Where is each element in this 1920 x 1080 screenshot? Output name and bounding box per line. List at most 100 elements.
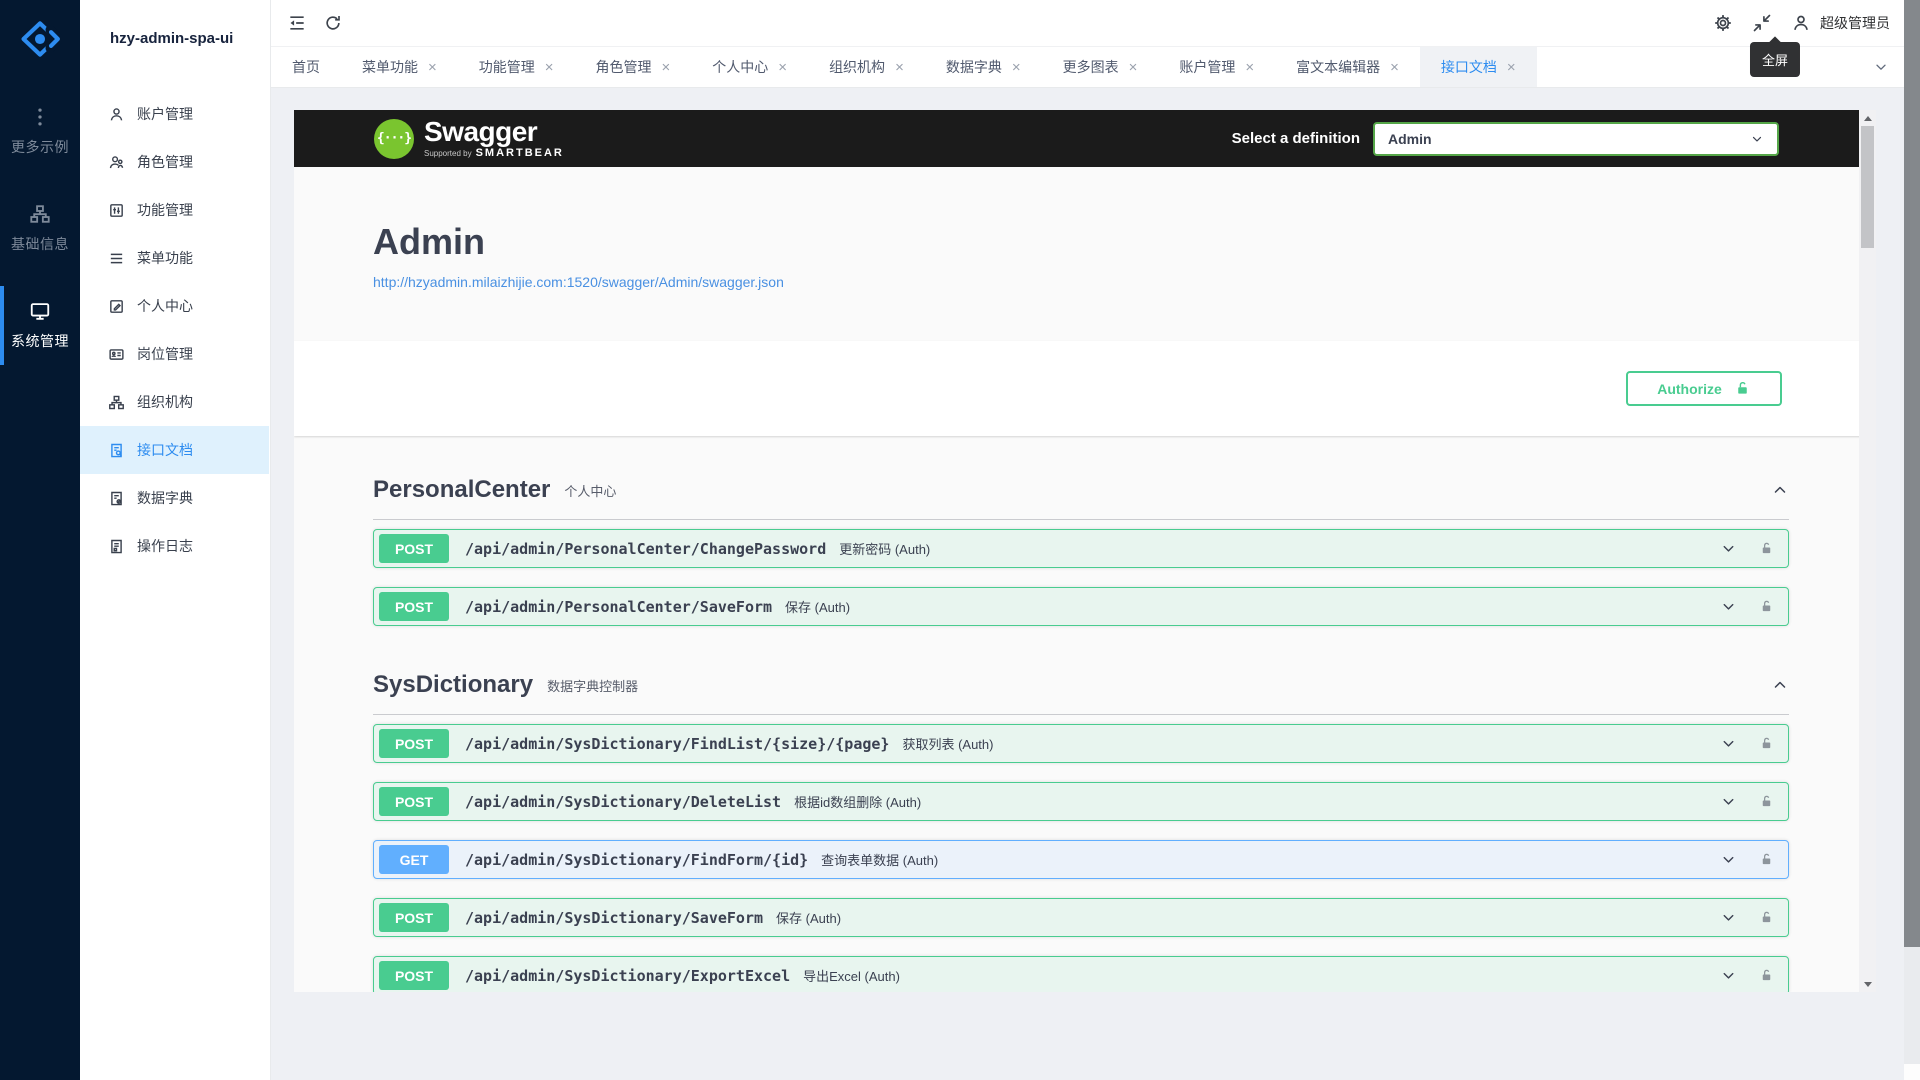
tab-close-icon[interactable]: × (1129, 60, 1138, 75)
person-icon (1791, 13, 1811, 33)
api-title: Admin (373, 222, 1796, 262)
auth-lock-icon[interactable] (1759, 736, 1774, 751)
scroll-down-button[interactable] (1859, 976, 1876, 992)
page-tab[interactable]: 数据字典 × (925, 47, 1042, 87)
sidebar-menu-item[interactable]: 功能管理 (80, 186, 269, 234)
tab-close-icon[interactable]: × (428, 60, 437, 75)
header-right: 超级管理员 (1713, 13, 1890, 33)
tab-close-icon[interactable]: × (895, 60, 904, 75)
tab-close-icon[interactable]: × (1390, 60, 1399, 75)
sidebar-menu-item[interactable]: 岗位管理 (80, 330, 269, 378)
sidebar-menu-item[interactable]: 角色管理 (80, 138, 269, 186)
scroll-up-button[interactable] (1859, 110, 1876, 126)
api-section-header[interactable]: PersonalCenter 个人中心 (373, 450, 1789, 520)
collapse-section-button[interactable] (1771, 676, 1789, 694)
page-tab[interactable]: 首页 × (271, 47, 341, 87)
app-logo[interactable] (18, 17, 62, 61)
swagger-logo[interactable]: {···} Swagger Supported by SMARTBEAR (374, 118, 564, 159)
tab-label: 角色管理 (596, 57, 652, 77)
api-endpoint-row[interactable]: GET /api/admin/SysDictionary/FindForm/{i… (373, 840, 1789, 879)
current-user-name[interactable]: 超级管理员 (1820, 13, 1890, 33)
collapse-section-button[interactable] (1771, 481, 1789, 499)
auth-lock-icon[interactable] (1759, 541, 1774, 556)
sidebar-menu-item[interactable]: 账户管理 (80, 90, 269, 138)
sidebar-menu-item[interactable]: 操作日志 (80, 522, 269, 570)
sidebar-menu-item[interactable]: 个人中心 (80, 282, 269, 330)
endpoint-list: POST /api/admin/PersonalCenter/ChangePas… (373, 520, 1789, 626)
page-tab[interactable]: 更多图表 × (1042, 47, 1159, 87)
api-endpoint-row[interactable]: POST /api/admin/SysDictionary/FindList/{… (373, 724, 1789, 763)
triangle-down-icon (1864, 982, 1872, 987)
endpoint-description: 保存 (Auth) (785, 597, 850, 616)
api-endpoint-row[interactable]: POST /api/admin/SysDictionary/ExportExce… (373, 956, 1789, 992)
tab-close-icon[interactable]: × (1507, 60, 1516, 75)
page-tab[interactable]: 接口文档 × (1420, 47, 1537, 87)
page-tab[interactable]: 组织机构 × (808, 47, 925, 87)
chevron-down-icon (1750, 132, 1764, 146)
tab-label: 接口文档 (1441, 57, 1497, 77)
rail-nav-item[interactable]: 更多示例 (0, 96, 80, 167)
tab-close-icon[interactable]: × (662, 60, 671, 75)
main-area: 超级管理员 全屏 首页 × 菜单功能 × (271, 0, 1904, 1080)
settings-button[interactable] (1713, 13, 1733, 33)
endpoint-path: /api/admin/SysDictionary/SaveForm (465, 909, 763, 927)
tab-close-icon[interactable]: × (1012, 60, 1021, 75)
api-endpoint-row[interactable]: POST /api/admin/SysDictionary/DeleteList… (373, 782, 1789, 821)
sidebar-fold-button[interactable] (287, 13, 307, 33)
page-tab[interactable]: 菜单功能 × (341, 47, 458, 87)
page-tab[interactable]: 角色管理 × (575, 47, 692, 87)
http-method-badge: POST (379, 903, 449, 932)
auth-lock-icon[interactable] (1759, 910, 1774, 925)
tab-label: 组织机构 (829, 57, 885, 77)
authorize-button[interactable]: Authorize (1626, 371, 1782, 406)
page-scrollbar[interactable] (1904, 0, 1920, 1080)
definition-select[interactable]: Admin (1373, 122, 1779, 156)
http-method-badge: POST (379, 534, 449, 563)
api-spec-url-link[interactable]: http://hzyadmin.milaizhijie.com:1520/swa… (373, 274, 784, 290)
sidebar-menu-item[interactable]: 接口文档 (80, 426, 269, 474)
auth-lock-icon[interactable] (1759, 852, 1774, 867)
rail-nav-item[interactable]: 系统管理 (0, 290, 80, 361)
feature-manage-icon (108, 202, 125, 219)
sidebar-menu-label: 账户管理 (137, 104, 193, 124)
fullscreen-button[interactable] (1752, 13, 1772, 33)
definition-select-label: Select a definition (1232, 130, 1360, 147)
user-avatar-button[interactable] (1791, 13, 1811, 33)
expand-endpoint-button[interactable] (1720, 735, 1737, 752)
swagger-scrollbar[interactable] (1859, 110, 1876, 992)
swagger-scrollbar-thumb[interactable] (1861, 126, 1874, 248)
sidebar-menu-item[interactable]: 组织机构 (80, 378, 269, 426)
expand-endpoint-button[interactable] (1720, 793, 1737, 810)
page-scrollbar-thumb[interactable] (1904, 0, 1920, 947)
sidebar-menu-item[interactable]: 菜单功能 (80, 234, 269, 282)
secondary-sidebar: hzy-admin-spa-ui 账户管理 角色管理 功能管理 (80, 0, 271, 1080)
page-tab[interactable]: 富文本编辑器 × (1275, 47, 1420, 87)
page-tab[interactable]: 个人中心 × (691, 47, 808, 87)
expand-endpoint-button[interactable] (1720, 909, 1737, 926)
sidebar-menu-item[interactable]: 数据字典 (80, 474, 269, 522)
rail-nav-item[interactable]: 基础信息 (0, 193, 80, 264)
tab-close-icon[interactable]: × (778, 60, 787, 75)
expand-endpoint-button[interactable] (1720, 851, 1737, 868)
personal-center-icon (108, 298, 125, 315)
more-examples-icon (29, 106, 51, 128)
tab-overflow-button[interactable] (1858, 47, 1904, 87)
expand-endpoint-button[interactable] (1720, 598, 1737, 615)
refresh-button[interactable] (323, 13, 343, 33)
chevron-down-icon (1873, 59, 1889, 75)
expand-endpoint-button[interactable] (1720, 967, 1737, 984)
tab-close-icon[interactable]: × (1245, 60, 1254, 75)
auth-lock-icon[interactable] (1759, 968, 1774, 983)
api-endpoint-row[interactable]: POST /api/admin/PersonalCenter/SaveForm … (373, 587, 1789, 626)
tab-bar: 首页 × 菜单功能 × 功能管理 × 角色管理 (271, 46, 1904, 88)
api-endpoint-row[interactable]: POST /api/admin/PersonalCenter/ChangePas… (373, 529, 1789, 568)
api-section-header[interactable]: SysDictionary 数据字典控制器 (373, 645, 1789, 715)
page-tab[interactable]: 账户管理 × (1158, 47, 1275, 87)
auth-lock-icon[interactable] (1759, 794, 1774, 809)
auth-lock-icon[interactable] (1759, 599, 1774, 614)
expand-endpoint-button[interactable] (1720, 540, 1737, 557)
tab-label: 个人中心 (712, 57, 768, 77)
tab-close-icon[interactable]: × (545, 60, 554, 75)
api-endpoint-row[interactable]: POST /api/admin/SysDictionary/SaveForm 保… (373, 898, 1789, 937)
page-tab[interactable]: 功能管理 × (458, 47, 575, 87)
